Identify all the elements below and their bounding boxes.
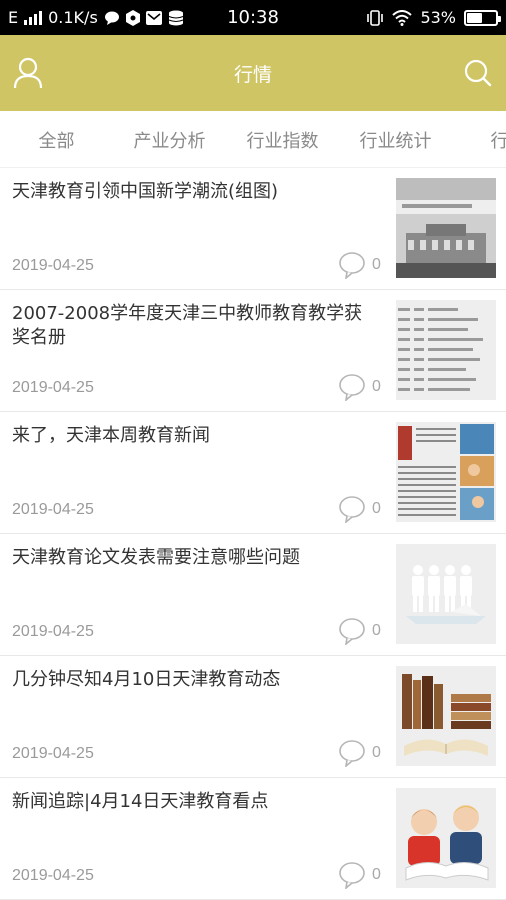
news-date: 2019-04-25 [12,623,94,640]
battery-percent: 53% [420,8,456,27]
news-thumbnail [396,300,496,400]
status-time: 10:38 [227,7,279,28]
comment-icon [339,618,365,645]
comment-icon [339,252,365,279]
news-date: 2019-04-25 [12,501,94,518]
tab-industry-analysis[interactable]: 产业分析 [113,111,226,167]
comment-count[interactable]: 0 [338,373,381,401]
wifi-icon [392,9,413,26]
status-bar: E 0.1K/s 10:38 53% [0,0,506,35]
comment-number: 0 [372,622,381,639]
news-thumbnail [396,422,496,522]
news-date: 2019-04-25 [12,379,94,396]
comment-icon [339,740,365,767]
comment-icon [339,862,365,889]
news-title: 天津教育引领中国新学潮流(组图) [12,181,279,202]
page-title: 行情 [233,63,272,86]
category-tabs: 全部 产业分析 行业指数 行业统计 行业 [0,111,506,168]
comment-count[interactable]: 0 [338,495,381,523]
comment-icon [339,496,365,523]
tab-all[interactable]: 全部 [0,111,113,167]
tab-industry-index[interactable]: 行业指数 [226,111,339,167]
comment-number: 0 [372,378,381,395]
news-title: 2007-2008学年度天津三中教师教育教学获奖名册 [12,303,363,348]
vibrate-icon [366,9,384,26]
comment-count[interactable]: 0 [338,861,381,889]
news-title: 几分钟尽知4月10日天津教育动态 [12,669,281,690]
news-item[interactable]: 天津教育论文发表需要注意哪些问题 2019-04-25 0 [0,534,506,656]
news-title: 来了，天津本周教育新闻 [12,425,210,446]
news-date: 2019-04-25 [12,745,94,762]
news-thumbnail [396,178,496,278]
app-header: 行情 [0,35,506,111]
news-thumbnail [396,788,496,888]
tab-industry-statistics[interactable]: 行业统计 [339,111,452,167]
comment-number: 0 [372,500,381,517]
news-thumbnail [396,544,496,644]
news-date: 2019-04-25 [12,257,94,274]
news-title: 新闻追踪|4月14日天津教育看点 [12,791,269,812]
news-item[interactable]: 2007-2008学年度天津三中教师教育教学获奖名册 2019-04-25 0 [0,290,506,412]
comment-number: 0 [372,744,381,761]
news-item[interactable]: 新闻追踪|4月14日天津教育看点 2019-04-25 0 [0,778,506,900]
news-thumbnail [396,666,496,766]
search-button[interactable] [459,54,497,92]
comment-number: 0 [372,256,381,273]
news-item[interactable]: 天津教育引领中国新学潮流(组图) 2019-04-25 0 [0,168,506,290]
news-date: 2019-04-25 [12,867,94,884]
news-item[interactable]: 几分钟尽知4月10日天津教育动态 2019-04-25 0 [0,656,506,778]
comment-count[interactable]: 0 [338,739,381,767]
battery-icon [464,9,501,26]
comment-count[interactable]: 0 [338,251,381,279]
news-item[interactable]: 来了，天津本周教育新闻 2019-04-25 0 [0,412,506,534]
search-icon [464,59,492,87]
comment-icon [339,374,365,401]
news-title: 天津教育论文发表需要注意哪些问题 [12,547,300,568]
comment-number: 0 [372,866,381,883]
comment-count[interactable]: 0 [338,617,381,645]
tab-industry[interactable]: 行业 [452,111,506,167]
